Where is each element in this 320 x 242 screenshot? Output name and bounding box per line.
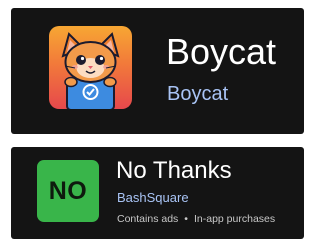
app-icon-text: NO — [48, 176, 88, 205]
app-listing-boycat[interactable]: Boycat Boycat — [11, 8, 304, 134]
in-app-purchases-label: In-app purchases — [193, 213, 276, 225]
app-meta: Contains ads • In-app purchases — [117, 212, 275, 226]
no-thanks-app-icon[interactable]: NO — [37, 160, 99, 222]
developer-link[interactable]: BashSquare — [117, 190, 189, 206]
app-title[interactable]: Boycat — [166, 32, 276, 72]
meta-separator: • — [184, 213, 188, 225]
developer-link[interactable]: Boycat — [167, 82, 228, 106]
app-listing-no-thanks[interactable]: NO No Thanks BashSquare Contains ads • In-… — [11, 147, 304, 239]
app-title[interactable]: No Thanks — [116, 157, 232, 185]
contains-ads-label: Contains ads — [117, 213, 179, 225]
cat-mascot-icon[interactable] — [49, 26, 132, 109]
